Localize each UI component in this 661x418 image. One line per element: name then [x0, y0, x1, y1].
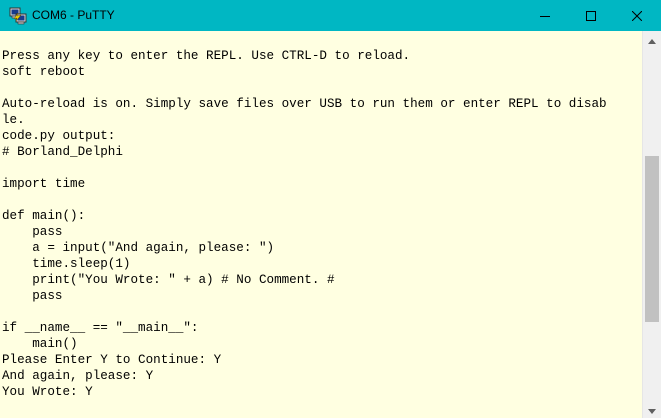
terminal-line: code.py output:: [2, 129, 116, 143]
title-bar[interactable]: COM6 - PuTTY: [0, 0, 661, 31]
terminal-line: pass: [2, 289, 63, 303]
putty-computers-icon[interactable]: [9, 7, 27, 25]
terminal-output[interactable]: Press any key to enter the REPL. Use CTR…: [0, 31, 642, 418]
scroll-up-button[interactable]: [643, 31, 661, 48]
close-icon: [632, 10, 642, 21]
minimize-button[interactable]: [522, 0, 568, 31]
scroll-up-arrow-icon: [648, 31, 656, 49]
terminal-line: le.: [2, 113, 25, 127]
window-title: COM6 - PuTTY: [32, 8, 115, 22]
scroll-down-arrow-icon: [648, 401, 656, 418]
maximize-icon: [586, 10, 596, 21]
terminal-line: pass: [2, 225, 63, 239]
terminal-line: if __name__ == "__main__":: [2, 321, 199, 335]
terminal-line: soft reboot: [2, 65, 86, 79]
vertical-scrollbar[interactable]: [642, 31, 661, 418]
terminal-line: main(): [2, 337, 78, 351]
terminal-line: import time: [2, 177, 86, 191]
terminal-line: a = input("And again, please: "): [2, 241, 275, 255]
terminal-line: time.sleep(1): [2, 257, 131, 271]
scroll-down-button[interactable]: [643, 401, 661, 418]
terminal-line: And again, please: Y: [2, 369, 154, 383]
close-button[interactable]: [614, 0, 660, 31]
terminal-line: Please Enter Y to Continue: Y: [2, 353, 222, 367]
putty-window: COM6 - PuTTY Press any key to enter the …: [0, 0, 661, 418]
maximize-button[interactable]: [568, 0, 614, 31]
scroll-thumb[interactable]: [645, 156, 659, 323]
terminal-lines: Press any key to enter the REPL. Use CTR…: [2, 48, 607, 400]
terminal-line: # Borland_Delphi: [2, 145, 123, 159]
terminal-line: def main():: [2, 209, 86, 223]
terminal-line: Auto-reload is on. Simply save files ove…: [2, 97, 607, 111]
terminal-line: print("You Wrote: " + a) # No Comment. #: [2, 273, 335, 287]
terminal-line: Press any key to enter the REPL. Use CTR…: [2, 49, 411, 63]
terminal-line: You Wrote: Y: [2, 385, 93, 399]
minimize-icon: [540, 11, 550, 21]
